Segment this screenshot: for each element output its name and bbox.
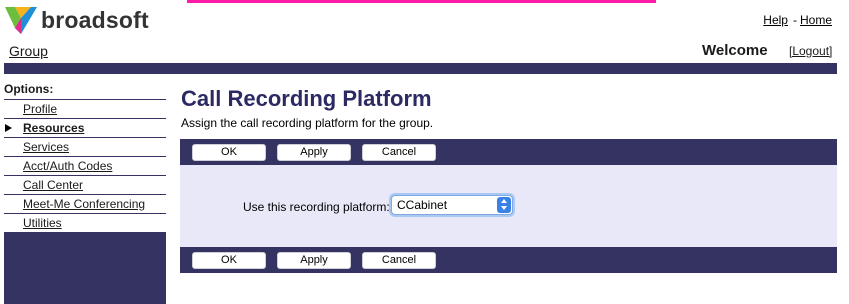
platform-select-value: CCabinet <box>397 198 448 212</box>
page-subtitle: Assign the call recording platform for t… <box>181 116 434 130</box>
sidebar-item-resources[interactable]: Resources <box>4 119 166 138</box>
bottom-button-bar: OK Apply Cancel <box>180 247 837 273</box>
logo-text: broadsoft <box>41 6 149 33</box>
top-button-bar: OK Apply Cancel <box>180 139 837 165</box>
current-page-arrow-icon <box>5 124 12 132</box>
sidebar-item-acct-auth-codes[interactable]: Acct/Auth Codes <box>4 157 166 176</box>
platform-select[interactable]: CCabinet <box>391 195 513 215</box>
apply-button[interactable]: Apply <box>277 144 351 161</box>
home-link[interactable]: Home <box>800 13 832 27</box>
sidebar-item-label[interactable]: Profile <box>23 102 57 116</box>
sidebar-item-utilities[interactable]: Utilities <box>4 214 166 233</box>
sidebar-item-services[interactable]: Services <box>4 138 166 157</box>
select-arrows-icon <box>497 197 511 213</box>
ok-button[interactable]: OK <box>192 144 266 161</box>
group-link[interactable]: Group <box>9 43 48 59</box>
main-content: Call Recording Platform Assign the call … <box>176 74 837 304</box>
link-separator: - <box>792 13 797 27</box>
sidebar-item-profile[interactable]: Profile <box>4 100 166 119</box>
broadsoft-logo: broadsoft <box>4 4 149 36</box>
sidebar-title: Options: <box>4 74 166 100</box>
top-accent-line <box>187 0 656 3</box>
recording-platform-form: Use this recording platform: CCabinet <box>180 165 837 247</box>
sidebar-item-label[interactable]: Call Center <box>23 178 83 192</box>
help-link[interactable]: Help <box>763 13 788 27</box>
help-links: Help - Home <box>763 13 832 27</box>
cancel-button[interactable]: Cancel <box>362 252 436 269</box>
sidebar-item-label[interactable]: Acct/Auth Codes <box>23 159 112 173</box>
sidebar-item-label[interactable]: Resources <box>23 121 84 135</box>
sidebar-item-call-center[interactable]: Call Center <box>4 176 166 195</box>
top-nav-bar <box>4 63 837 74</box>
sidebar-item-meet-me-conferencing[interactable]: Meet-Me Conferencing <box>4 195 166 214</box>
cancel-button[interactable]: Cancel <box>362 144 436 161</box>
sidebar-item-label[interactable]: Utilities <box>23 216 62 230</box>
page-title: Call Recording Platform <box>181 86 432 111</box>
sidebar-item-label[interactable]: Services <box>23 140 69 154</box>
platform-label: Use this recording platform: <box>243 200 390 214</box>
welcome-text: Welcome <box>702 42 768 59</box>
sidebar: Options: Profile Resources Services Acct… <box>4 74 166 304</box>
sidebar-item-label[interactable]: Meet-Me Conferencing <box>23 197 145 211</box>
ok-button[interactable]: OK <box>192 252 266 269</box>
broadsoft-logo-icon <box>5 7 37 34</box>
logout-link[interactable]: [Logout] <box>789 44 832 58</box>
apply-button[interactable]: Apply <box>277 252 351 269</box>
